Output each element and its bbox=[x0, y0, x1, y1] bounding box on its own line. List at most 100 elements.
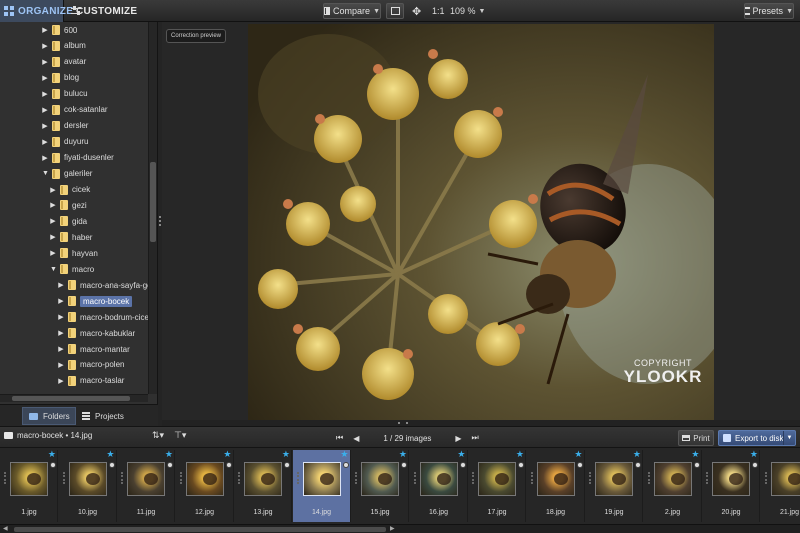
scroll-right-icon[interactable]: ▶ bbox=[390, 525, 395, 532]
star-icon[interactable]: ★ bbox=[106, 450, 114, 460]
tree-item[interactable]: ▶ macro-mantar bbox=[58, 342, 130, 356]
thumbnail[interactable]: ★ 18.jpg bbox=[527, 450, 585, 522]
fit-screen-button[interactable] bbox=[386, 3, 404, 19]
tab-organize[interactable]: ORGANIZE bbox=[0, 0, 73, 22]
star-icon[interactable]: ★ bbox=[48, 450, 56, 460]
filter-icon[interactable]: ⊤▾ bbox=[174, 431, 186, 441]
collapsed-arrow-icon[interactable]: ▶ bbox=[50, 186, 56, 194]
star-icon[interactable]: ★ bbox=[165, 450, 173, 460]
thumbnail[interactable]: ★21.jpg bbox=[761, 450, 800, 522]
chevron-down-icon[interactable]: ▼ bbox=[783, 431, 795, 445]
star-icon[interactable]: ★ bbox=[574, 450, 582, 460]
tree-item[interactable]: ▶ macro-taslar bbox=[58, 374, 124, 388]
tree-item[interactable]: ▶ fiyati-dusenler bbox=[42, 151, 114, 165]
info-badge-icon[interactable] bbox=[518, 462, 524, 468]
tree-item[interactable]: ▶ duyuru bbox=[42, 135, 88, 149]
star-icon[interactable]: ★ bbox=[633, 450, 641, 460]
collapsed-arrow-icon[interactable]: ▶ bbox=[42, 26, 48, 34]
star-icon[interactable]: ★ bbox=[750, 450, 758, 460]
thumbnail[interactable]: ★ 11.jpg bbox=[117, 450, 175, 522]
tree-item[interactable]: ▶ gezi bbox=[50, 198, 87, 212]
collapsed-arrow-icon[interactable]: ▶ bbox=[58, 345, 64, 353]
collapsed-arrow-icon[interactable]: ▶ bbox=[42, 90, 48, 98]
pan-button[interactable]: ✥ bbox=[412, 3, 421, 19]
tab-projects[interactable]: Projects bbox=[80, 407, 140, 425]
tree-item[interactable]: ▼ galeriler bbox=[42, 167, 92, 181]
info-badge-icon[interactable] bbox=[401, 462, 407, 468]
star-icon[interactable]: ★ bbox=[340, 450, 348, 460]
thumbnail[interactable]: ★ 13.jpg bbox=[234, 450, 292, 522]
collapsed-arrow-icon[interactable]: ▶ bbox=[50, 249, 56, 257]
first-image-icon[interactable]: ⏮ bbox=[336, 433, 343, 443]
tree-item[interactable]: ▶ cicek bbox=[50, 183, 90, 197]
tree-item[interactable]: ▶ macro-bocek bbox=[58, 294, 133, 308]
info-badge-icon[interactable] bbox=[50, 462, 56, 468]
info-badge-icon[interactable] bbox=[693, 462, 700, 468]
collapsed-arrow-icon[interactable]: ▶ bbox=[42, 74, 48, 82]
thumbnail[interactable]: ★ 12.jpg bbox=[176, 450, 234, 522]
collapsed-arrow-icon[interactable]: ▶ bbox=[42, 58, 48, 66]
expanded-arrow-icon[interactable]: ▼ bbox=[50, 266, 57, 273]
star-icon[interactable]: ★ bbox=[282, 450, 290, 460]
collapsed-arrow-icon[interactable]: ▶ bbox=[42, 42, 48, 50]
tree-item[interactable]: ▼ macro bbox=[50, 262, 94, 276]
collapsed-arrow-icon[interactable]: ▶ bbox=[42, 138, 48, 146]
filmstrip-scrollbar[interactable]: ◀ ▶ bbox=[0, 524, 800, 533]
thumbnail[interactable]: ★ 20.jpg bbox=[702, 450, 760, 522]
info-badge-icon[interactable] bbox=[342, 462, 349, 468]
collapsed-arrow-icon[interactable]: ▶ bbox=[50, 217, 56, 225]
export-to-disk-button[interactable]: Export to disk ▼ bbox=[718, 430, 796, 446]
collapsed-arrow-icon[interactable]: ▶ bbox=[42, 122, 48, 130]
tree-horizontal-scrollbar[interactable] bbox=[0, 394, 148, 402]
tree-item[interactable]: ▶ macro-ana-sayfa-genel bbox=[58, 278, 148, 292]
tree-item[interactable]: ▶ bulucu bbox=[42, 87, 88, 101]
info-badge-icon[interactable] bbox=[576, 462, 583, 468]
collapsed-arrow-icon[interactable]: ▶ bbox=[50, 233, 56, 241]
collapsed-arrow-icon[interactable]: ▶ bbox=[58, 361, 64, 369]
tree-item[interactable]: ▶ hayvan bbox=[50, 246, 98, 260]
star-icon[interactable]: ★ bbox=[399, 450, 407, 460]
tab-customize[interactable]: CUSTOMIZE bbox=[68, 0, 137, 22]
thumbnail[interactable]: ★ 16.jpg bbox=[410, 450, 468, 522]
thumbnail[interactable]: ★ 19.jpg bbox=[585, 450, 643, 522]
thumbnail[interactable]: ★ 1.jpg bbox=[0, 450, 58, 522]
star-icon[interactable]: ★ bbox=[457, 450, 465, 460]
presets-button[interactable]: Presets ▼ bbox=[744, 3, 794, 19]
tree-item[interactable]: ▶ macro-bodrum-cicekleri bbox=[58, 310, 148, 324]
main-photo[interactable]: COPYRIGHT YLOOKR bbox=[248, 24, 714, 420]
tree-item[interactable]: ▶ avatar bbox=[42, 55, 86, 69]
tree-item[interactable]: ▶ haber bbox=[50, 230, 92, 244]
thumbnail[interactable]: ★ 17.jpg bbox=[468, 450, 526, 522]
collapsed-arrow-icon[interactable]: ▶ bbox=[58, 329, 64, 337]
print-button[interactable]: Print bbox=[678, 430, 714, 446]
tree-item[interactable]: ▶ blog bbox=[42, 71, 79, 85]
info-badge-icon[interactable] bbox=[108, 462, 115, 468]
info-badge-icon[interactable] bbox=[167, 462, 173, 468]
thumbnail[interactable]: ★ 15.jpg bbox=[351, 450, 409, 522]
collapsed-arrow-icon[interactable]: ▶ bbox=[42, 106, 48, 114]
zoom-dropdown[interactable]: 109 % ▼ bbox=[450, 3, 485, 19]
tree-item[interactable]: ▶ dersler bbox=[42, 119, 88, 133]
tree-item[interactable]: ▶ macro-kabuklar bbox=[58, 326, 135, 340]
info-badge-icon[interactable] bbox=[635, 462, 641, 468]
info-badge-icon[interactable] bbox=[752, 462, 758, 468]
star-icon[interactable]: ★ bbox=[516, 450, 524, 460]
collapsed-arrow-icon[interactable]: ▶ bbox=[42, 154, 48, 162]
tree-vertical-scrollbar[interactable] bbox=[148, 22, 157, 394]
collapsed-arrow-icon[interactable]: ▶ bbox=[58, 297, 64, 305]
collapsed-arrow-icon[interactable]: ▶ bbox=[58, 281, 64, 289]
info-badge-icon[interactable] bbox=[284, 462, 290, 468]
collapsed-arrow-icon[interactable]: ▶ bbox=[58, 377, 64, 385]
star-icon[interactable]: ★ bbox=[691, 450, 699, 460]
last-image-icon[interactable]: ⏭ bbox=[472, 433, 479, 443]
info-badge-icon[interactable] bbox=[459, 462, 466, 468]
tree-item[interactable]: ▶ cok-satanlar bbox=[42, 103, 108, 117]
previous-image-icon[interactable]: ◀ bbox=[353, 434, 359, 443]
thumbnail[interactable]: ★ 2.jpg bbox=[644, 450, 702, 522]
next-image-icon[interactable]: ▶ bbox=[455, 434, 461, 443]
thumbnail[interactable]: ★ 10.jpg bbox=[59, 450, 117, 522]
tree-item[interactable]: ▶ album bbox=[42, 39, 86, 53]
thumbnail[interactable]: ★ 14.jpg bbox=[292, 450, 351, 522]
collapsed-arrow-icon[interactable]: ▶ bbox=[58, 313, 64, 321]
tree-item[interactable]: ▶ macro-polen bbox=[58, 358, 124, 372]
